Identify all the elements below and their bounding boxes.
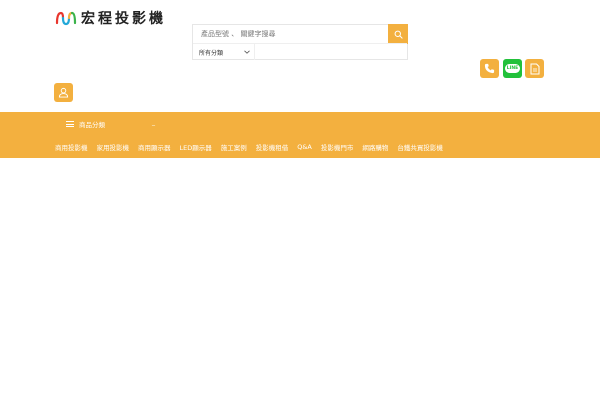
nav-links: 商用投影機 家用投影機 商用顯示器 LED顯示器 施工案例 投影機租借 Q&A … (55, 141, 452, 153)
account-button[interactable] (54, 83, 73, 102)
document-icon (530, 63, 539, 74)
nav-underscore: _ (152, 119, 155, 126)
chevron-down-icon (244, 50, 250, 54)
user-icon (58, 87, 69, 98)
brand-name: 宏程投影機 (81, 11, 166, 27)
line-label: LINE (504, 64, 521, 73)
main-navbar: 商品分類 _ 商用投影機 家用投影機 商用顯示器 LED顯示器 施工案例 投影機… (0, 112, 600, 158)
nav-link-railway-group-buy[interactable]: 台鐵共買投影機 (397, 142, 443, 152)
nav-link-online-shop[interactable]: 網路購物 (362, 142, 388, 152)
nav-link-qa[interactable]: Q&A (297, 143, 312, 151)
search-box: 所有分類 (192, 24, 408, 60)
phone-button[interactable] (480, 59, 499, 78)
hamburger-icon (66, 121, 74, 127)
category-menu-button[interactable]: 商品分類 (66, 118, 105, 130)
nav-link-stores[interactable]: 投影機門市 (321, 142, 354, 152)
category-select-value: 所有分類 (199, 49, 224, 57)
category-select[interactable]: 所有分類 (193, 44, 255, 60)
search-button[interactable] (388, 24, 408, 44)
nav-link-led-display[interactable]: LED顯示器 (180, 142, 212, 152)
search-icon (394, 30, 403, 39)
nav-link-home-projector[interactable]: 家用投影機 (97, 142, 130, 152)
search-input[interactable] (193, 25, 390, 43)
brand-logo-icon (55, 11, 77, 26)
nav-link-projector-rental[interactable]: 投影機租借 (256, 142, 289, 152)
document-button[interactable] (525, 59, 544, 78)
phone-icon (484, 63, 495, 74)
nav-link-commercial-projector[interactable]: 商用投影機 (55, 142, 88, 152)
nav-link-commercial-display[interactable]: 商用顯示器 (138, 142, 171, 152)
brand-logo[interactable]: 宏程投影機 (55, 8, 166, 28)
category-menu-label: 商品分類 (79, 121, 105, 129)
line-button[interactable]: LINE (503, 59, 522, 78)
nav-link-case-studies[interactable]: 施工案例 (221, 142, 247, 152)
